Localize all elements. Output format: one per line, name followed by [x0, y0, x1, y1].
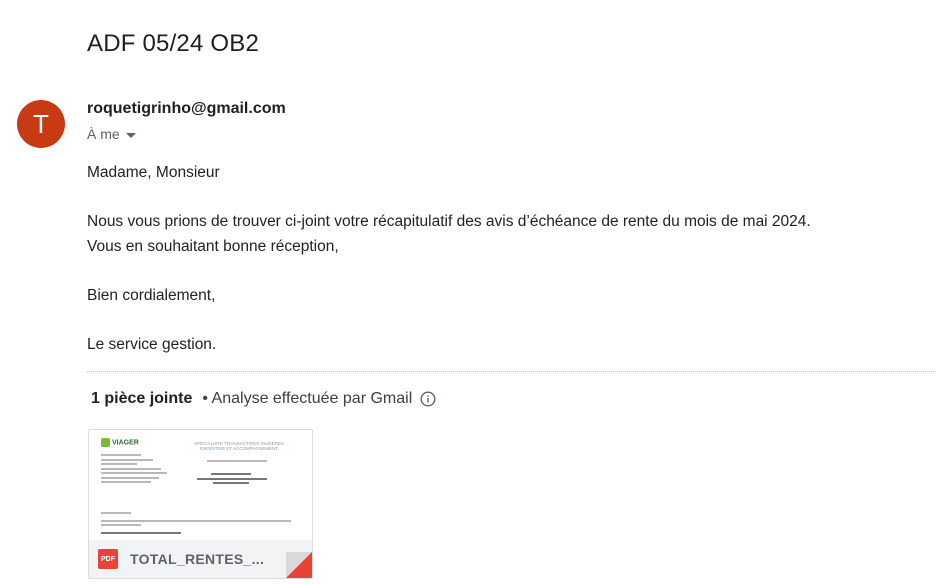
attachment-filename: TOTAL_RENTES_... — [130, 551, 265, 567]
logo-mark-icon — [101, 438, 110, 447]
caret-down-icon — [125, 132, 136, 138]
attachment-footer: PDF TOTAL_RENTES_... — [89, 540, 312, 578]
preview-letter-body — [101, 512, 291, 536]
body-greeting: Madame, Monsieur — [87, 164, 220, 181]
preview-logo: VIAGER — [101, 438, 139, 447]
body-signature: Le service gestion. — [87, 335, 217, 353]
attachment-count: 1 pièce jointe — [91, 390, 193, 407]
email-body: Madame, Monsieur Nous vous prions de tro… — [87, 161, 811, 357]
info-icon[interactable] — [420, 391, 436, 407]
sender-avatar[interactable]: T — [17, 100, 65, 148]
preview-recipient-block — [197, 473, 267, 487]
attachments-divider — [87, 371, 936, 372]
avatar-initial: T — [33, 108, 49, 139]
page-corner-icon — [286, 552, 312, 578]
body-line: Nous vous prions de trouver ci-joint vot… — [87, 213, 811, 230]
preview-tagline: SPÉCIALISTE TRANSACTIONS VIAGÈRES EXPERT… — [194, 441, 284, 451]
attachment-card[interactable]: VIAGER SPÉCIALISTE TRANSACTIONS VIAGÈRES… — [88, 429, 313, 579]
sender-email[interactable]: roquetigrinho@gmail.com — [87, 100, 286, 118]
email-subject: ADF 05/24 OB2 — [87, 30, 260, 57]
body-line: Vous en souhaitant bonne réception, — [87, 237, 339, 255]
attachment-preview: VIAGER SPÉCIALISTE TRANSACTIONS VIAGÈRES… — [89, 430, 312, 540]
recipient-label: À me — [87, 126, 120, 142]
body-closing: Bien cordialement, — [87, 286, 216, 304]
pdf-icon: PDF — [98, 549, 118, 569]
attachments-header: 1 pièce jointe • Analyse effectuée par G… — [91, 390, 436, 408]
recipient-details-toggle[interactable]: À me — [87, 126, 136, 142]
preview-date — [207, 460, 267, 465]
scan-status: • Analyse effectuée par Gmail — [202, 390, 413, 407]
preview-address-block — [101, 454, 167, 486]
